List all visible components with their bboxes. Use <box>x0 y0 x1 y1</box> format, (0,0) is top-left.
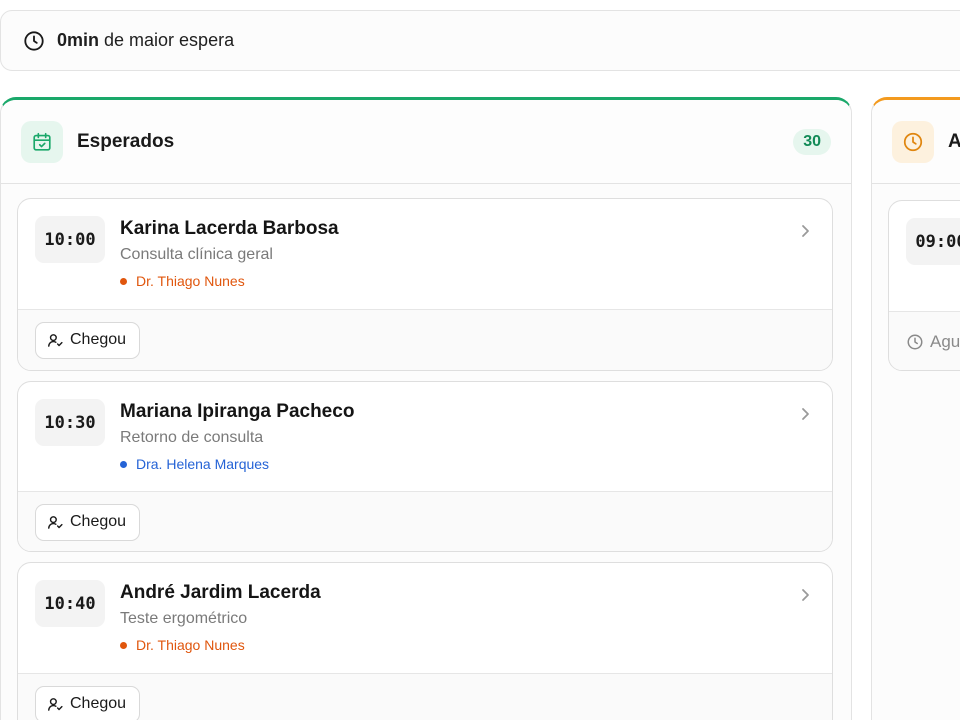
appointment-card-actions: Agu <box>889 312 960 370</box>
user-check-icon <box>47 514 64 531</box>
longest-wait-value: 0min <box>57 30 100 50</box>
clock-icon <box>892 120 934 163</box>
doctor-color-dot <box>120 460 127 468</box>
clock-icon <box>906 333 924 351</box>
patient-name: Mariana Ipiranga Pacheco <box>120 401 355 422</box>
arrived-button[interactable]: Chegou <box>35 503 141 541</box>
calendar-check-icon <box>21 120 63 163</box>
procedure-name: Consulta clínica geral <box>120 246 273 263</box>
column-waiting: A 09:00 Agu <box>871 97 960 720</box>
arrived-button-label: Chegou <box>70 513 127 530</box>
user-check-icon <box>47 332 64 349</box>
appointment-card-actions: Chegou <box>18 674 832 720</box>
appointment-time: 10:40 <box>35 580 105 627</box>
appointment-time: 09:00 <box>906 218 960 265</box>
appointment-time: 10:00 <box>35 216 105 263</box>
chevron-right-icon[interactable] <box>798 223 812 239</box>
column-header: A <box>872 100 960 184</box>
waiting-status: Agu <box>906 332 960 352</box>
appointment-card-body[interactable]: 10:40 André Jardim Lacerda Teste ergomét… <box>18 563 832 674</box>
longest-wait-text: 0min de maior espera <box>57 30 234 51</box>
doctor-name: Dra. Helena Marques <box>136 456 270 472</box>
longest-wait-banner: 0min de maior espera <box>0 10 960 71</box>
longest-wait-label: de maior espera <box>99 30 235 50</box>
doctor-name: Dr. Thiago Nunes <box>136 273 245 289</box>
column-expected: Esperados 30 10:00 Karina Lacerda Barbos… <box>0 97 852 720</box>
doctor-label: Dra. Helena Marques <box>120 456 269 472</box>
doctor-color-dot <box>120 277 127 285</box>
arrived-button[interactable]: Chegou <box>35 685 141 720</box>
doctor-name: Dr. Thiago Nunes <box>136 637 245 653</box>
chevron-right-icon[interactable] <box>798 406 812 422</box>
doctor-label: Dr. Thiago Nunes <box>120 637 245 653</box>
column-title: Esperados <box>77 130 175 152</box>
appointment-time: 10:30 <box>35 399 105 446</box>
appointment-card[interactable]: 10:30 Mariana Ipiranga Pacheco Retorno d… <box>17 381 833 552</box>
appointment-card-body[interactable]: 09:00 <box>889 201 960 312</box>
arrived-button-label: Chegou <box>70 695 127 712</box>
appointment-card-body[interactable]: 10:30 Mariana Ipiranga Pacheco Retorno d… <box>18 382 832 492</box>
appointment-card-actions: Chegou <box>18 492 832 551</box>
patient-name: Karina Lacerda Barbosa <box>120 218 339 239</box>
appointment-card-body[interactable]: 10:00 Karina Lacerda Barbosa Consulta cl… <box>18 199 832 310</box>
arrived-button[interactable]: Chegou <box>35 321 141 359</box>
patient-name: André Jardim Lacerda <box>120 582 321 603</box>
doctor-label: Dr. Thiago Nunes <box>120 273 245 289</box>
appointment-card[interactable]: 10:00 Karina Lacerda Barbosa Consulta cl… <box>17 198 833 371</box>
column-header: Esperados 30 <box>1 100 851 184</box>
column-count-badge: 30 <box>793 128 831 155</box>
appointment-card[interactable]: 10:40 André Jardim Lacerda Teste ergomét… <box>17 562 833 720</box>
doctor-color-dot <box>120 641 127 649</box>
chevron-right-icon[interactable] <box>798 587 812 603</box>
appointment-card-actions: Chegou <box>18 310 832 370</box>
procedure-name: Retorno de consulta <box>120 429 264 446</box>
user-check-icon <box>47 696 64 713</box>
clock-icon <box>23 30 45 52</box>
column-title: A <box>948 131 960 153</box>
arrived-button-label: Chegou <box>70 331 127 348</box>
procedure-name: Teste ergométrico <box>120 610 248 627</box>
appointment-card[interactable]: 09:00 Agu <box>888 200 960 371</box>
waiting-status-label: Agu <box>930 332 960 351</box>
